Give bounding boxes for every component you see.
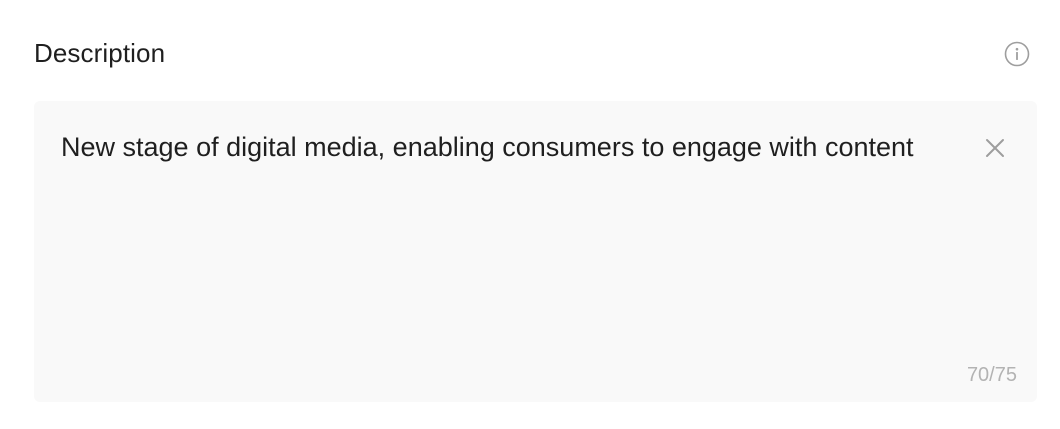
close-icon[interactable] — [983, 136, 1007, 160]
character-counter: 70/75 — [966, 364, 1017, 386]
field-label: Description — [34, 38, 166, 68]
description-textarea[interactable]: New stage of digital media, enabling con… — [34, 101, 1037, 402]
description-text[interactable]: New stage of digital media, enabling con… — [61, 129, 961, 165]
info-icon[interactable] — [1004, 41, 1030, 67]
